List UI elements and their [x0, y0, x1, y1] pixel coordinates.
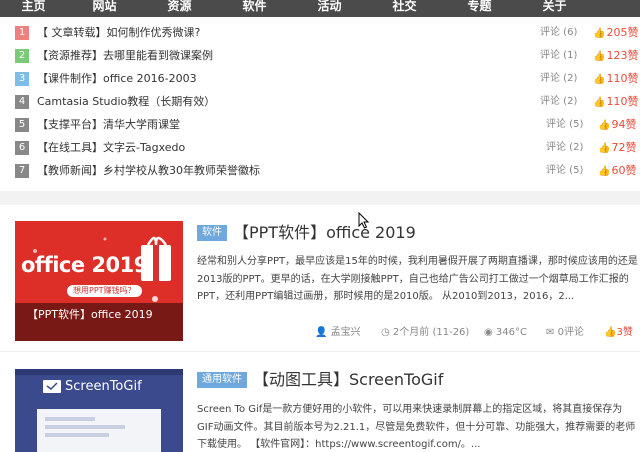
comment-count: 评论 (2) [540, 73, 578, 84]
post-title-link[interactable]: 【在线工具】文字云-Tagxedo [37, 140, 185, 156]
like-button[interactable]: 👍3赞 [604, 325, 633, 341]
thumbnail-caption: 【PPT软件】office 2019 [27, 308, 153, 321]
post-title-link[interactable]: Camtasia Studio教程（长期有效） [37, 94, 215, 110]
category-badge[interactable]: 软件 [197, 225, 227, 241]
category-badge[interactable]: 通用软件 [197, 372, 247, 388]
list-item[interactable]: 2 【资源推荐】去哪里能看到微课案例 评论 (1) 👍123赞 [0, 45, 640, 68]
list-item[interactable]: 5 【支撑平台】清华大学雨课堂 评论 (5) 👍94赞 [0, 114, 640, 137]
nav-item-websites[interactable]: 网站 [67, 0, 142, 16]
thumb-up-icon: 👍 [598, 143, 611, 154]
article-meta: 👤 孟宝兴 ◷ 2个月前 (11-26) ◉ 346°C ✉ 0评论 👍3赞 [0, 325, 640, 341]
view-count: ◉ 346°C [484, 327, 527, 338]
thumb-up-icon: 👍 [604, 327, 617, 338]
list-item[interactable]: 4 Camtasia Studio教程（长期有效） 评论 (2) 👍110赞 [0, 91, 640, 114]
rank-badge: 2 [15, 49, 29, 63]
like-count: 👍94赞 [598, 117, 636, 134]
article-thumbnail[interactable]: office 2019 想用PPT赚钱吗？ 【PPT软件】office 2019 [15, 221, 183, 341]
article-excerpt: 经常和别人分享PPT，最早应该是15年的时候，我利用暑假开展了两期直播课，那时候… [197, 256, 638, 302]
thumb-up-icon: 👍 [598, 166, 611, 177]
thumb-up-icon: 👍 [598, 120, 611, 131]
user-icon: 👤 [315, 327, 328, 338]
like-count: 👍110赞 [593, 71, 638, 88]
thumbnail-title: office 2019 [21, 253, 148, 277]
list-item[interactable]: 1 【 文章转载】如何制作优秀微课? 评论 (6) 👍205赞 [0, 22, 640, 45]
top-nav: 主页 网站 资源 软件 活动 社交 专题 关于 [0, 0, 640, 17]
post-title-link[interactable]: 【教师新闻】乡村学校从教30年教师荣誉徽标 [37, 163, 260, 179]
comment-count: 评论 (2) [546, 142, 584, 153]
author[interactable]: 👤 孟宝兴 [315, 325, 361, 341]
comment-count: 评论 (1) [540, 50, 578, 61]
post-time: ◷ 2个月前 (11-26) [381, 327, 470, 338]
nav-item-about[interactable]: 关于 [517, 0, 592, 16]
like-count: 👍60赞 [598, 163, 636, 180]
divider [0, 351, 640, 352]
article-title-link[interactable]: 【PPT软件】office 2019 [233, 223, 416, 243]
like-count: 👍72赞 [598, 140, 636, 157]
nav-item-software[interactable]: 软件 [217, 0, 292, 16]
comment-count: 评论 (5) [546, 119, 584, 130]
rank-badge: 4 [15, 95, 29, 109]
comment-count: 评论 (6) [540, 27, 578, 38]
nav-item-social[interactable]: 社交 [367, 0, 442, 16]
comment-link[interactable]: ✉ 0评论 [546, 325, 584, 341]
thumb-up-icon: 👍 [593, 74, 606, 85]
thumb-up-icon: 👍 [593, 28, 606, 39]
nav-item-resources[interactable]: 资源 [142, 0, 217, 16]
thumbnail-title: ScreenToGif [65, 379, 142, 394]
article-header: 软件 【PPT软件】office 2019 [197, 223, 416, 243]
cursor-icon [358, 212, 369, 229]
rank-badge: 5 [15, 118, 29, 132]
rank-badge: 7 [15, 164, 29, 178]
like-count: 👍205赞 [593, 25, 638, 42]
comment-count: 评论 (2) [540, 96, 578, 107]
list-item[interactable]: 3 【课件制作】office 2016-2003 评论 (2) 👍110赞 [0, 68, 640, 91]
article-thumbnail[interactable]: ScreenToGif [15, 369, 183, 452]
rank-badge: 3 [15, 72, 29, 86]
article-title-link[interactable]: 【动图工具】ScreenToGif [253, 370, 443, 390]
nav-item-topics[interactable]: 专题 [442, 0, 517, 16]
rank-badge: 6 [15, 141, 29, 155]
comment-count: 评论 (5) [546, 165, 584, 176]
clock-icon: ◷ [381, 327, 390, 338]
nav-item-events[interactable]: 活动 [292, 0, 367, 16]
article-header: 通用软件 【动图工具】ScreenToGif [197, 370, 443, 390]
thumb-up-icon: 👍 [593, 51, 606, 62]
list-item[interactable]: 6 【在线工具】文字云-Tagxedo 评论 (2) 👍72赞 [0, 137, 640, 160]
list-item[interactable]: 7 【教师新闻】乡村学校从教30年教师荣誉徽标 评论 (5) 👍60赞 [0, 160, 640, 183]
like-count: 👍123赞 [593, 48, 638, 65]
nav-item-home[interactable]: 主页 [0, 0, 67, 16]
post-title-link[interactable]: 【资源推荐】去哪里能看到微课案例 [37, 48, 213, 64]
thumbnail-subtitle: 想用PPT赚钱吗？ [67, 285, 142, 297]
post-title-link[interactable]: 【支撑平台】清华大学雨课堂 [37, 117, 180, 133]
eye-icon: ◉ [484, 327, 493, 338]
article-excerpt: Screen To Gif是一款方便好用的小软件，可以用来快速录制屏幕上的指定区… [197, 404, 636, 450]
post-title-link[interactable]: 【课件制作】office 2016-2003 [37, 71, 197, 87]
like-count: 👍110赞 [593, 94, 638, 111]
rank-badge: 1 [15, 26, 29, 40]
section-divider [0, 191, 640, 205]
comment-icon: ✉ [546, 327, 555, 338]
post-title-link[interactable]: 【 文章转载】如何制作优秀微课? [37, 25, 200, 41]
thumb-up-icon: 👍 [593, 97, 606, 108]
